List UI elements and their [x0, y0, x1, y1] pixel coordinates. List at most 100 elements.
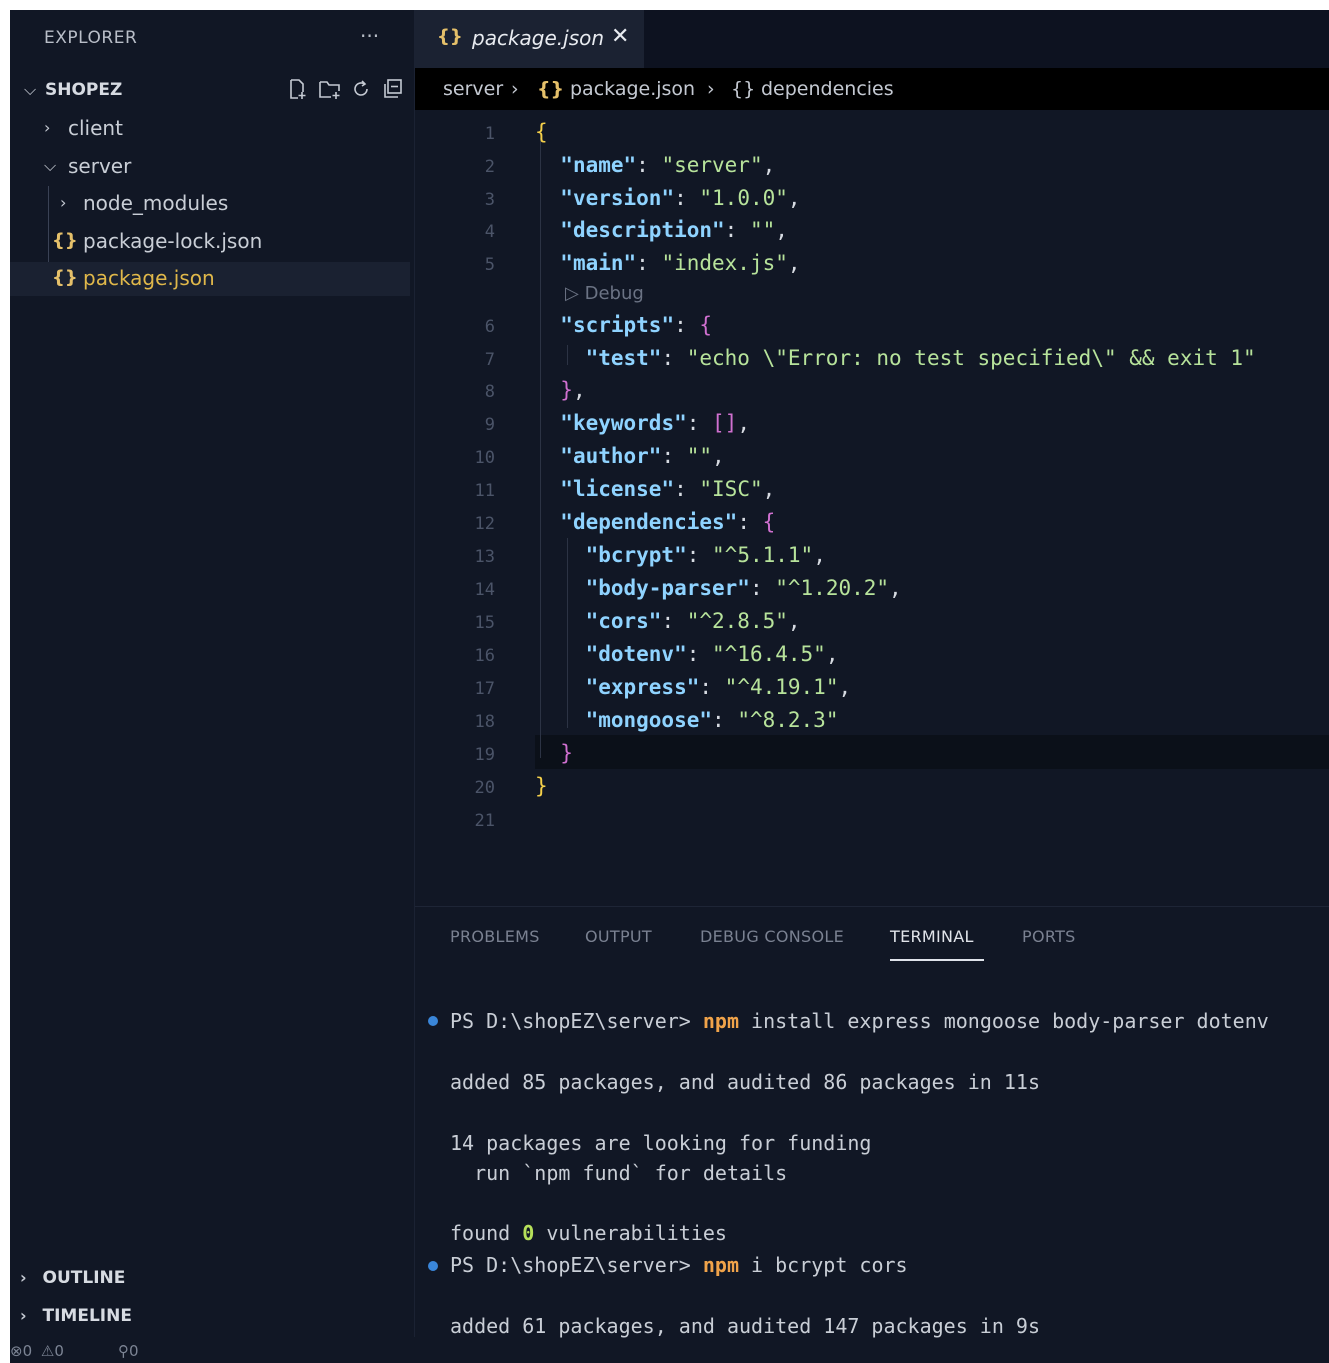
line-number: 9: [484, 415, 495, 435]
code-line: "description": "",: [560, 218, 788, 242]
editor-tab-bar: {} package.json ✕: [415, 10, 1329, 68]
collapse-all-icon[interactable]: [382, 78, 404, 100]
chevron-right-icon: ›: [44, 118, 51, 137]
command-status-dot: [428, 1261, 438, 1271]
tree-item-server[interactable]: ⌵ server: [10, 150, 410, 184]
json-file-icon: {}: [52, 230, 78, 251]
tab-problems[interactable]: PROBLEMS: [450, 927, 540, 946]
chevron-down-icon: ⌵: [24, 80, 37, 99]
line-number: 7: [484, 350, 495, 370]
code-line: "mongoose": "^8.2.3": [585, 708, 839, 732]
error-icon: ⊗: [10, 1342, 23, 1360]
line-number: 8: [484, 382, 495, 402]
code-line: "body-parser": "^1.20.2",: [585, 576, 902, 600]
line-number: 13: [474, 547, 495, 567]
code-line: "author": "",: [560, 444, 725, 468]
tree-item-label: package.json: [83, 266, 215, 290]
line-number: 3: [484, 190, 495, 210]
timeline-label: TIMELINE: [42, 1306, 132, 1326]
code-line: }: [560, 741, 573, 765]
tree-item-client[interactable]: › client: [10, 112, 410, 146]
code-line: "version": "1.0.0",: [560, 186, 801, 210]
line-number: 14: [474, 580, 495, 600]
debug-label: Debug: [584, 283, 644, 304]
code-line: {: [535, 120, 548, 144]
more-actions-icon[interactable]: ···: [360, 24, 379, 48]
breadcrumb-item[interactable]: dependencies: [761, 78, 894, 100]
terminal-command-line: PS D:\shopEZ\server> npm install express…: [450, 1009, 1269, 1033]
terminal-output: added 61 packages, and audited 147 packa…: [450, 1314, 1041, 1338]
line-number: 11: [474, 481, 495, 501]
tab-debug-console[interactable]: DEBUG CONSOLE: [700, 927, 844, 946]
code-line: "express": "^4.19.1",: [585, 675, 852, 699]
warning-icon: ⚠: [40, 1342, 55, 1360]
code-line: "license": "ISC",: [560, 477, 776, 501]
tree-item-package-lock-json[interactable]: {} package-lock.json: [10, 225, 410, 259]
code-line: "name": "server",: [560, 153, 776, 177]
code-line: "keywords": [],: [560, 411, 750, 435]
line-number: 6: [484, 317, 495, 337]
terminal-command-line: PS D:\shopEZ\server> npm i bcrypt cors: [450, 1253, 908, 1277]
chevron-right-icon: ›: [20, 1306, 27, 1325]
tree-item-node-modules[interactable]: › node_modules: [10, 187, 410, 221]
refresh-icon[interactable]: [350, 78, 372, 100]
new-file-icon[interactable]: [286, 78, 308, 100]
active-tab-indicator: [890, 959, 984, 961]
tab-package-json[interactable]: {} package.json ✕: [415, 10, 644, 68]
json-file-icon: {}: [437, 26, 463, 47]
code-editor[interactable]: 1 2 3 4 5 6 7 8 9 10 11 12 13 14 15 16 1…: [415, 110, 1329, 906]
timeline-section[interactable]: › TIMELINE: [20, 1306, 132, 1326]
line-number: 15: [474, 613, 495, 633]
tree-item-label: package-lock.json: [83, 229, 263, 253]
line-number: 10: [474, 448, 495, 468]
outline-section[interactable]: › OUTLINE: [20, 1268, 125, 1288]
bottom-panel: PROBLEMS OUTPUT DEBUG CONSOLE TERMINAL P…: [415, 906, 1329, 1338]
code-line: "scripts": {: [560, 313, 713, 337]
chevron-right-icon: ›: [511, 78, 519, 100]
line-number: 18: [474, 712, 495, 732]
tab-output[interactable]: OUTPUT: [585, 927, 652, 946]
debug-codelens[interactable]: ▷ Debug: [565, 283, 644, 304]
code-line: "cors": "^2.8.5",: [585, 609, 801, 633]
explorer-sidebar: EXPLORER ··· ⌵ SHOPEZ › client ⌵ server …: [10, 10, 415, 1337]
line-number: 19: [474, 745, 495, 765]
braces-icon: {}: [731, 78, 756, 100]
chevron-right-icon: ›: [60, 193, 67, 212]
code-line: "dotenv": "^16.4.5",: [585, 642, 839, 666]
code-line: "dependencies": {: [560, 510, 776, 534]
tree-item-package-json[interactable]: {} package.json: [10, 262, 410, 296]
outline-label: OUTLINE: [42, 1268, 126, 1288]
current-line-highlight: [535, 735, 1329, 769]
tree-item-label: node_modules: [83, 191, 229, 215]
tab-terminal[interactable]: TERMINAL: [890, 927, 974, 946]
tree-item-label: server: [68, 154, 132, 178]
close-icon[interactable]: ✕: [611, 24, 629, 49]
json-file-icon: {}: [537, 78, 565, 100]
ports-status[interactable]: ⚲0: [118, 1342, 139, 1360]
status-bar: ⊗0 ⚠0 ⚲0: [10, 1339, 1329, 1363]
code-line: "bcrypt": "^5.1.1",: [585, 543, 826, 567]
line-number: 16: [474, 646, 495, 666]
chevron-right-icon: ›: [20, 1268, 27, 1287]
line-number: 20: [474, 778, 495, 798]
new-folder-icon[interactable]: [318, 78, 340, 100]
errors-status[interactable]: ⊗0 ⚠0: [10, 1342, 64, 1360]
explorer-title: EXPLORER: [44, 28, 138, 48]
project-folder-header[interactable]: ⌵ SHOPEZ: [20, 78, 410, 104]
terminal-output: added 85 packages, and audited 86 packag…: [450, 1070, 1041, 1094]
ports-icon: ⚲: [118, 1342, 129, 1360]
project-name: SHOPEZ: [45, 80, 123, 100]
code-line: "test": "echo \"Error: no test specified…: [585, 346, 1256, 370]
code-line: },: [560, 378, 586, 402]
breadcrumb-item[interactable]: server: [443, 78, 503, 100]
code-line: }: [535, 774, 548, 798]
line-number: 4: [484, 222, 495, 242]
breadcrumb-item[interactable]: package.json: [570, 78, 695, 100]
breadcrumb: server › {} package.json › {} dependenci…: [415, 68, 1329, 110]
tab-ports[interactable]: PORTS: [1022, 927, 1076, 946]
chevron-down-icon: ⌵: [44, 156, 57, 175]
vscode-window: EXPLORER ··· ⌵ SHOPEZ › client ⌵ server …: [10, 10, 1329, 1363]
tab-title: package.json: [472, 26, 605, 50]
play-icon: ▷: [565, 283, 579, 304]
line-number: 12: [474, 514, 495, 534]
